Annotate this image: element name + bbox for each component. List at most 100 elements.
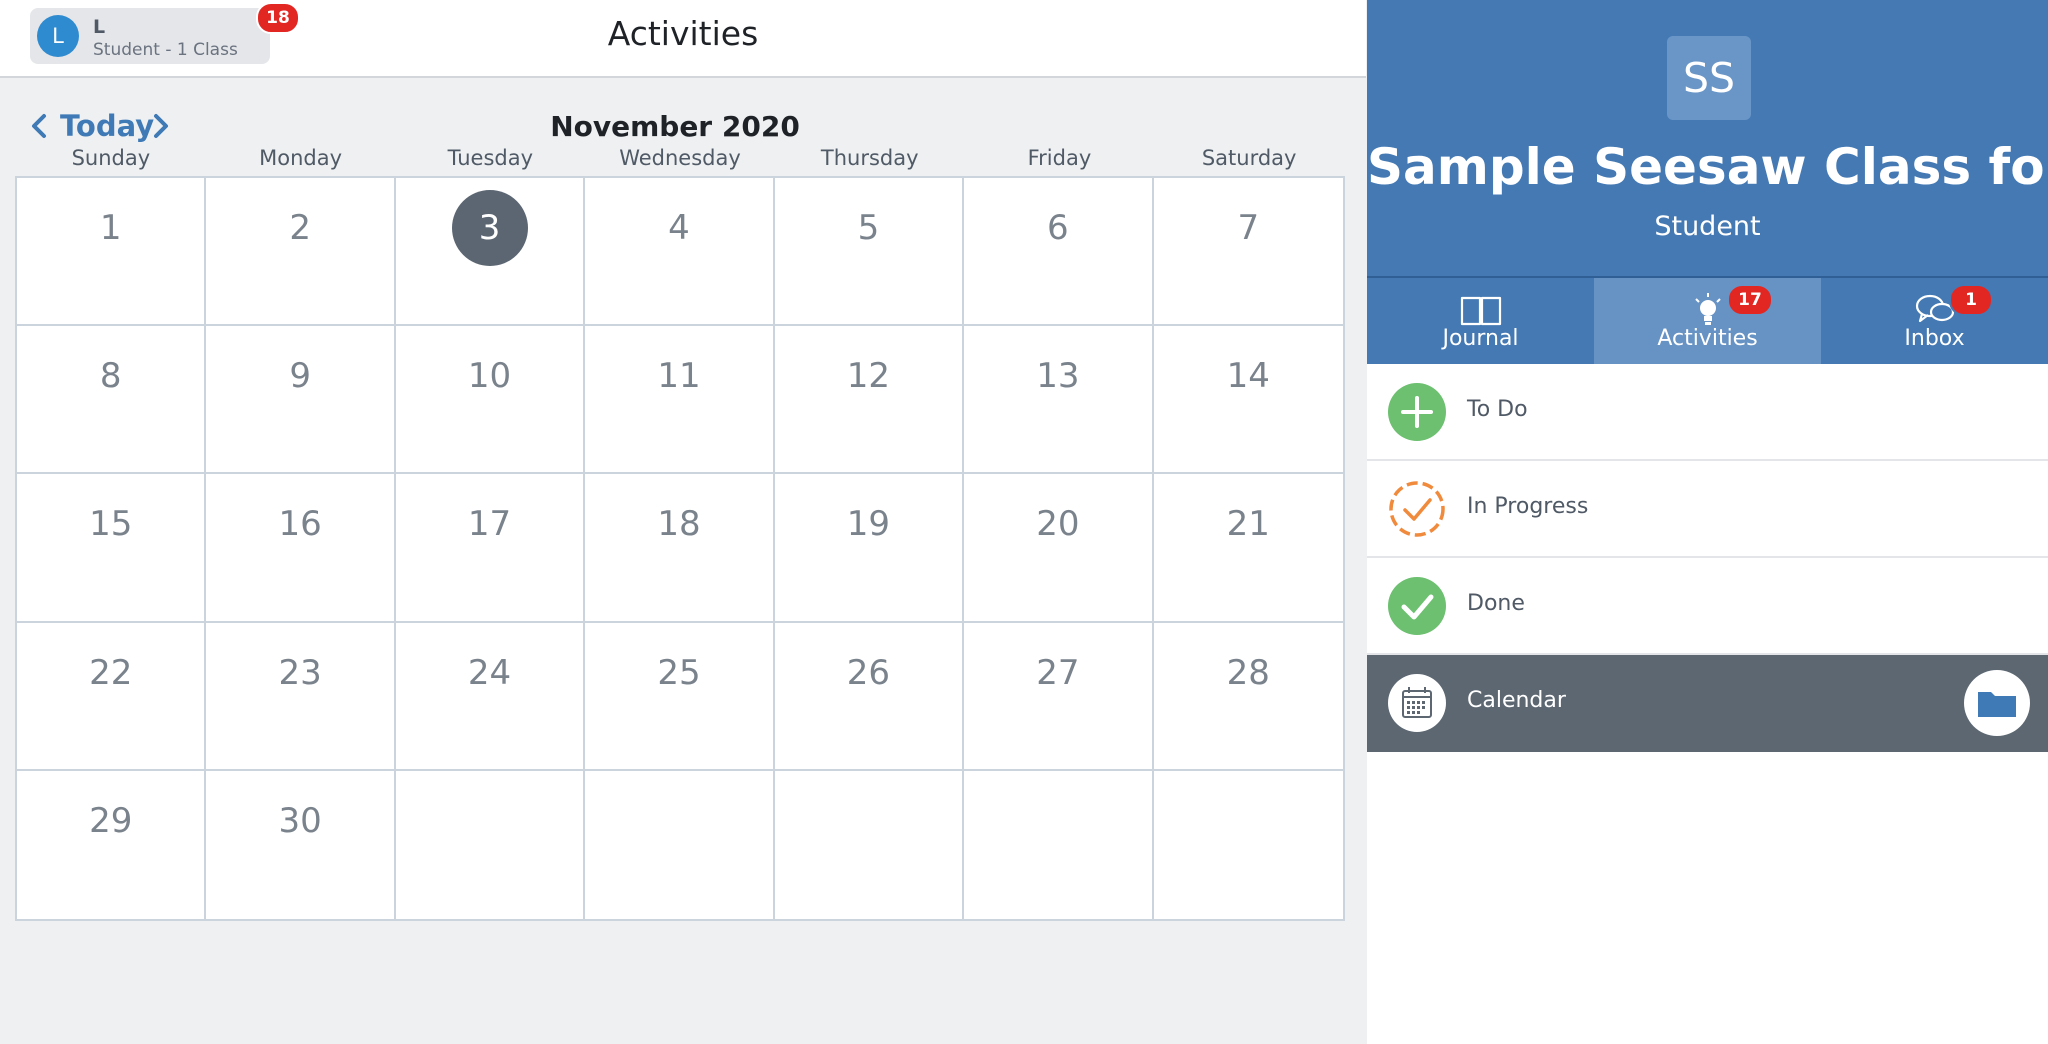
day-number: 29 <box>89 800 133 841</box>
check-circle-icon <box>1388 577 1446 635</box>
day-cell[interactable]: 20 <box>964 474 1154 623</box>
day-cell[interactable]: 30 <box>206 770 396 919</box>
tab-journal[interactable]: Journal <box>1367 278 1594 364</box>
day-number: 21 <box>1226 504 1270 545</box>
day-cell[interactable]: 10 <box>395 326 586 475</box>
day-cell-empty <box>775 770 965 919</box>
weekday-label: Friday <box>1027 146 1092 170</box>
day-cell[interactable]: 4 <box>585 178 775 327</box>
filter-to-do[interactable]: To Do <box>1367 364 2048 461</box>
day-cell[interactable]: 12 <box>774 326 965 475</box>
day-number: 5 <box>857 208 880 248</box>
weekday-label: Tuesday <box>447 146 534 170</box>
class-name[interactable]: Sample Seesaw Class for ... <box>1367 138 2048 196</box>
day-number: 30 <box>278 800 322 841</box>
day-number: 8 <box>99 356 122 397</box>
day-cell[interactable]: 5 <box>774 178 965 327</box>
day-cell[interactable]: 21 <box>1153 474 1343 623</box>
today-marker: 3 <box>451 190 528 266</box>
day-number: 6 <box>1047 208 1069 248</box>
class-role: Student <box>1654 211 1761 242</box>
plus-circle-icon <box>1388 383 1446 441</box>
filter-done[interactable]: Done <box>1367 558 2048 655</box>
day-cell-today[interactable]: 3 <box>395 178 586 327</box>
day-number: 25 <box>657 652 701 693</box>
weekday-label: Monday <box>259 146 343 170</box>
page-title: Activities <box>607 14 759 53</box>
dashed-check-circle-icon <box>1389 481 1445 537</box>
day-cell[interactable]: 29 <box>17 770 207 919</box>
day-cell[interactable]: 17 <box>395 474 586 623</box>
day-number: 24 <box>467 652 512 693</box>
month-grid: 1 2 3 4 5 6 7 8 9 10 11 12 13 14 15 16 1… <box>15 176 1345 921</box>
inbox-badge: 1 <box>1949 284 1993 316</box>
day-number: 16 <box>278 504 322 545</box>
filter-label: Calendar <box>1467 688 1566 713</box>
day-cell[interactable]: 1 <box>17 178 207 327</box>
day-cell[interactable]: 11 <box>585 326 775 475</box>
day-cell[interactable]: 27 <box>964 622 1154 771</box>
day-number: 28 <box>1226 652 1270 693</box>
day-cell[interactable]: 24 <box>395 622 586 771</box>
day-cell[interactable]: 2 <box>206 178 396 327</box>
day-cell[interactable]: 6 <box>964 178 1154 327</box>
day-cell[interactable]: 14 <box>1153 326 1343 475</box>
day-cell[interactable]: 15 <box>17 474 207 623</box>
weekday-label: Sunday <box>71 146 151 170</box>
day-number: 15 <box>89 504 133 545</box>
filter-label: To Do <box>1467 397 1528 422</box>
filter-label: Done <box>1467 591 1525 616</box>
filter-in-progress[interactable]: In Progress <box>1367 461 2048 558</box>
tab-label: Journal <box>1442 326 1519 351</box>
calendar-pane: L L Student - 1 Class 18 Activities Toda… <box>0 0 1366 1044</box>
day-cell-empty <box>964 770 1154 919</box>
day-cell-empty <box>396 770 586 919</box>
day-number: 13 <box>1036 356 1080 397</box>
day-cell[interactable]: 18 <box>585 474 775 623</box>
day-cell[interactable]: 26 <box>774 622 965 771</box>
day-number: 26 <box>846 652 891 693</box>
day-cell[interactable]: 22 <box>17 622 207 771</box>
day-cell[interactable]: 16 <box>206 474 396 623</box>
tab-inbox[interactable]: Inbox 1 <box>1821 278 2048 364</box>
day-number: 18 <box>657 504 701 545</box>
day-number: 2 <box>289 208 311 248</box>
day-number: 22 <box>89 652 133 693</box>
filter-calendar[interactable]: Calendar <box>1367 655 2048 752</box>
weekday-label: Saturday <box>1201 146 1297 170</box>
day-cell[interactable]: 9 <box>206 326 396 475</box>
day-number: 9 <box>289 356 311 397</box>
filter-label: In Progress <box>1467 494 1589 519</box>
folder-icon <box>1978 692 2016 717</box>
day-cell[interactable]: 19 <box>774 474 965 623</box>
calendar-header: Today November 2020 <box>0 100 1366 150</box>
day-number: 10 <box>467 356 512 397</box>
tab-label: Activities <box>1657 326 1758 351</box>
day-number: 1 <box>99 208 122 248</box>
top-bar: L L Student - 1 Class 18 Activities <box>0 0 1366 78</box>
day-cell[interactable]: 28 <box>1153 623 1343 771</box>
tab-activities[interactable]: Activities 17 <box>1594 278 1821 364</box>
day-number: 27 <box>1036 652 1080 693</box>
day-number: 23 <box>278 652 322 693</box>
day-cell[interactable]: 8 <box>17 326 207 475</box>
day-cell[interactable]: 13 <box>964 326 1154 475</box>
day-number: 17 <box>467 504 512 545</box>
weekday-label: Thursday <box>820 146 919 170</box>
calendar-icon <box>1388 674 1446 732</box>
activity-filter-list: To Do In Progress Done Calendar <box>1367 364 2048 752</box>
day-number: 7 <box>1237 208 1260 248</box>
day-cell[interactable]: 23 <box>206 622 396 771</box>
day-number: 14 <box>1226 356 1270 397</box>
day-number: 11 <box>657 356 701 397</box>
day-number: 12 <box>846 356 891 397</box>
folder-button[interactable] <box>1964 670 2030 736</box>
tab-bar: Journal Activities 17 Inbox 1 <box>1367 278 2048 364</box>
activities-badge: 17 <box>1727 284 1773 316</box>
class-header: SS Sample Seesaw Class for ... Student <box>1367 0 2048 278</box>
day-cell[interactable]: 25 <box>585 622 775 771</box>
tab-label: Inbox <box>1904 326 1965 351</box>
day-cell[interactable]: 7 <box>1153 178 1343 327</box>
month-title: November 2020 <box>550 110 800 143</box>
class-avatar[interactable]: SS <box>1667 36 1751 120</box>
